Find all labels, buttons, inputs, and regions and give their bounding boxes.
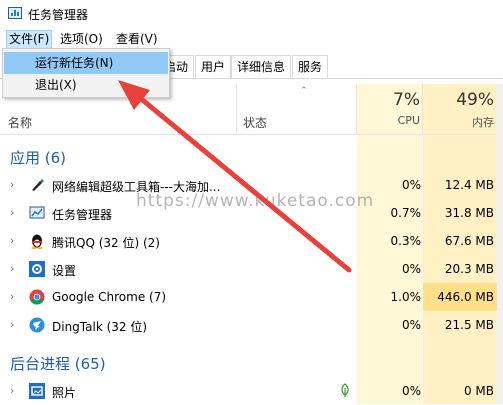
process-cpu: 0.3%: [390, 234, 422, 248]
chevron-right-icon[interactable]: ›: [10, 384, 14, 397]
run-new-task-item[interactable]: 运行新任务(N): [4, 52, 168, 74]
process-memory: 20.3 MB: [444, 262, 494, 276]
watermark-text: https://www.kuketao.com: [136, 191, 375, 211]
menu-options[interactable]: 选项(O): [58, 31, 105, 48]
column-memory[interactable]: 内存: [426, 114, 494, 130]
list-item[interactable]: › DingTalk (32 位) 0% 21.5 MB: [0, 311, 503, 339]
dingtalk-icon: [29, 317, 45, 333]
memory-total: 49%: [456, 90, 494, 110]
chevron-right-icon[interactable]: ›: [10, 234, 14, 247]
list-item[interactable]: › 腾讯QQ (32 位) (2) 0.3% 67.6 MB: [0, 227, 503, 255]
title-bar: 任务管理器: [0, 0, 503, 28]
task-manager-icon: [29, 206, 45, 219]
process-memory: 446.0 MB: [437, 290, 494, 304]
tab-services[interactable]: 服务: [292, 55, 329, 78]
column-cpu[interactable]: CPU: [360, 114, 420, 127]
chrome-icon: [29, 289, 45, 305]
process-name: 设置: [52, 264, 77, 278]
process-memory: 21.5 MB: [444, 318, 494, 332]
process-memory: 0 MB: [463, 384, 494, 398]
process-name: 照片: [52, 386, 77, 400]
chevron-right-icon[interactable]: ›: [10, 318, 14, 331]
exit-item[interactable]: 退出(X): [4, 74, 168, 96]
column-status[interactable]: 状态: [243, 114, 267, 131]
group-background[interactable]: 后台进程 (65): [10, 353, 106, 374]
process-memory: 31.8 MB: [444, 206, 494, 220]
process-cpu: 0%: [401, 262, 421, 276]
list-item[interactable]: › 设置 0% 20.3 MB: [0, 255, 503, 283]
leaf-icon: [341, 383, 349, 397]
list-item[interactable]: › Google Chrome (7) 1.0% 446.0 MB: [0, 283, 503, 311]
photos-icon: [29, 383, 45, 399]
chevron-right-icon[interactable]: ›: [10, 178, 14, 191]
chevron-right-icon[interactable]: ›: [10, 206, 14, 219]
list-item[interactable]: › 照片 0% 0 MB: [0, 377, 503, 405]
process-cpu: 0%: [401, 178, 421, 192]
menu-file[interactable]: 文件(F): [6, 30, 53, 49]
tab-details[interactable]: 详细信息: [231, 55, 292, 78]
process-memory: 12.4 MB: [444, 178, 494, 192]
window-title: 任务管理器: [28, 8, 89, 22]
menu-view[interactable]: 查看(V): [114, 31, 160, 48]
file-menu-dropdown: 运行新任务(N) 退出(X): [2, 48, 170, 98]
tab-users[interactable]: 用户: [195, 55, 232, 78]
sort-arrow-icon: ⌃: [300, 86, 308, 96]
menu-bar: 文件(F) 选项(O) 查看(V): [0, 28, 503, 50]
qq-penguin-icon: [31, 234, 43, 249]
gear-icon: [29, 261, 45, 277]
task-manager-icon: [8, 7, 22, 19]
process-memory: 67.6 MB: [444, 234, 494, 248]
column-name[interactable]: 名称: [8, 114, 32, 131]
pen-tool-icon: [32, 179, 44, 191]
scrollbar[interactable]: [497, 84, 503, 404]
process-name: DingTalk (32 位): [52, 320, 148, 334]
process-cpu: 0%: [401, 384, 421, 398]
process-name: Google Chrome (7): [52, 290, 167, 304]
chevron-right-icon[interactable]: ›: [10, 290, 14, 303]
group-apps[interactable]: 应用 (6): [10, 147, 66, 168]
process-name: 腾讯QQ (32 位) (2): [52, 236, 160, 250]
process-name: 任务管理器: [52, 208, 113, 222]
chevron-right-icon[interactable]: ›: [10, 262, 14, 275]
process-cpu: 1.0%: [390, 290, 422, 304]
cpu-total: 7%: [393, 90, 420, 110]
process-cpu: 0%: [401, 318, 421, 332]
